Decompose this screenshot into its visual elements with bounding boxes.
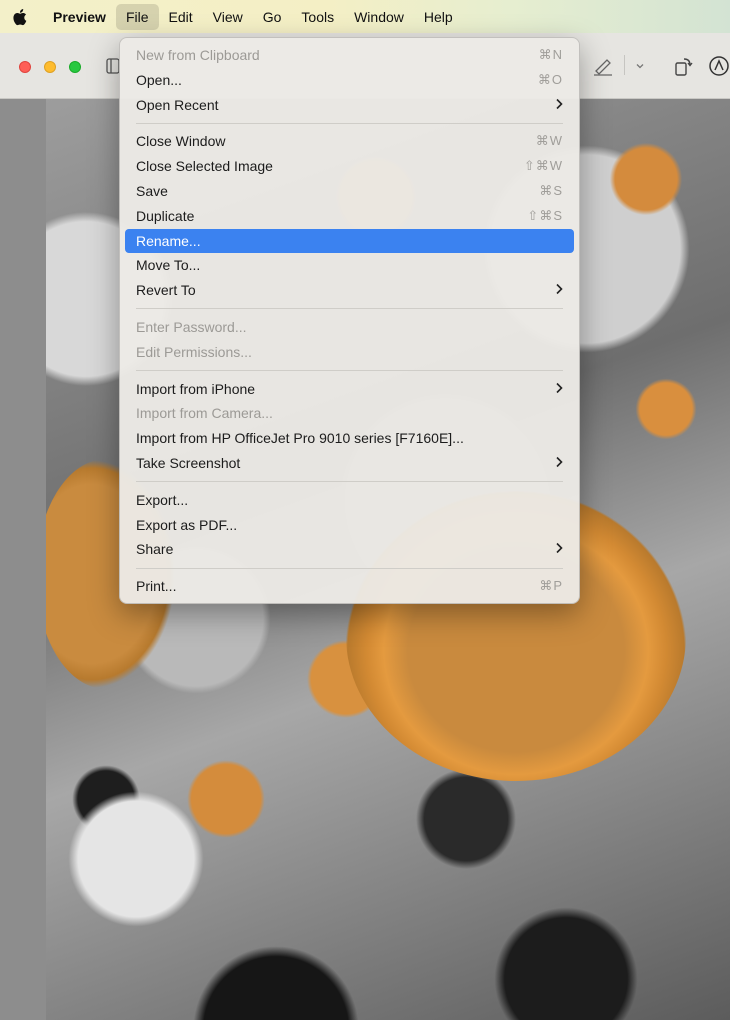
menu-item-import-from-hp[interactable]: Import from HP OfficeJet Pro 9010 series… — [125, 426, 574, 451]
menu-separator — [136, 567, 563, 569]
menubar-file[interactable]: File — [115, 3, 159, 30]
toolbar-divider — [624, 55, 625, 75]
menubar-app-name[interactable]: Preview — [38, 4, 116, 30]
menu-separator — [136, 481, 563, 483]
menu-item-label: Print... — [136, 578, 177, 595]
menu-separator — [136, 370, 563, 372]
submenu-chevron-icon — [555, 377, 563, 402]
menu-item-label: Move To... — [136, 257, 201, 274]
chevron-down-icon[interactable] — [634, 55, 646, 77]
menu-item-import-from-iphone[interactable]: Import from iPhone — [125, 377, 574, 402]
menu-item-rename[interactable]: Rename... — [125, 228, 574, 254]
menu-item-move-to[interactable]: Move To... — [125, 253, 574, 278]
menu-item-open-recent[interactable]: Open Recent — [125, 93, 574, 118]
minimize-window-button[interactable] — [44, 61, 56, 73]
menubar-tools[interactable]: Tools — [291, 4, 344, 30]
menu-item-shortcut: ⌘N — [538, 47, 563, 62]
menu-item-label: Share — [136, 541, 174, 558]
menu-item-shortcut: ⌘O — [537, 71, 563, 87]
menu-item-import-from-camera[interactable]: Import from Camera... — [125, 401, 574, 426]
menu-item-label: Import from iPhone — [136, 380, 256, 397]
maximize-window-button[interactable] — [69, 61, 81, 73]
menu-item-share[interactable]: Share — [125, 537, 574, 562]
menu-item-label: Revert To — [136, 282, 196, 299]
menubar-window[interactable]: Window — [344, 4, 414, 30]
markup-circle-icon[interactable] — [708, 55, 730, 77]
menu-item-label: Open... — [136, 71, 182, 88]
menu-bar: Preview File Edit View Go Tools Window H… — [0, 0, 730, 33]
menu-item-shortcut: ⌘S — [539, 182, 563, 198]
menu-item-label: Edit Permissions... — [136, 343, 252, 360]
menu-item-close-window[interactable]: Close Window ⌘W — [125, 129, 574, 154]
menu-item-label: Close Window — [136, 133, 226, 150]
menu-item-label: Close Selected Image — [136, 158, 273, 175]
menu-item-save[interactable]: Save ⌘S — [125, 179, 574, 204]
menu-item-label: Take Screenshot — [136, 454, 241, 471]
menu-item-shortcut: ⌘P — [539, 578, 563, 594]
menu-item-take-screenshot[interactable]: Take Screenshot — [125, 451, 574, 476]
menu-item-enter-password[interactable]: Enter Password... — [125, 315, 574, 340]
menu-item-label: Export... — [136, 491, 189, 508]
menu-item-label: Open Recent — [136, 96, 219, 113]
markup-pen-icon[interactable] — [592, 55, 614, 77]
menu-item-revert-to[interactable]: Revert To — [125, 278, 574, 303]
menubar-help[interactable]: Help — [414, 4, 463, 30]
submenu-chevron-icon — [555, 278, 563, 303]
menubar-edit[interactable]: Edit — [159, 4, 203, 30]
sidebar-strip — [0, 99, 46, 1020]
menu-item-label: Import from Camera... — [136, 405, 273, 422]
menu-item-label: Save — [136, 182, 168, 199]
menu-item-duplicate[interactable]: Duplicate ⇧⌘S — [125, 204, 574, 229]
menu-item-shortcut: ⇧⌘S — [527, 207, 563, 223]
menu-item-label: Export as PDF... — [136, 516, 238, 533]
submenu-chevron-icon — [555, 537, 563, 562]
menu-separator — [136, 122, 563, 124]
rotate-icon[interactable] — [672, 55, 694, 77]
menu-item-shortcut: ⇧⌘W — [523, 158, 563, 174]
submenu-chevron-icon — [555, 451, 563, 476]
menu-item-label: Enter Password... — [136, 318, 247, 335]
menu-item-new-from-clipboard[interactable]: New from Clipboard ⌘N — [125, 43, 574, 68]
file-menu: New from Clipboard ⌘N Open... ⌘O Open Re… — [119, 37, 580, 604]
apple-logo-icon[interactable] — [0, 8, 38, 26]
submenu-chevron-icon — [555, 93, 563, 118]
menubar-view[interactable]: View — [203, 4, 253, 30]
menu-item-label: Rename... — [136, 232, 201, 249]
menu-item-export-as-pdf[interactable]: Export as PDF... — [125, 513, 574, 538]
menu-item-label: New from Clipboard — [136, 47, 260, 63]
close-window-button[interactable] — [19, 61, 31, 73]
menu-item-label: Import from HP OfficeJet Pro 9010 series… — [136, 430, 464, 447]
menubar-go[interactable]: Go — [253, 4, 292, 30]
menu-item-export[interactable]: Export... — [125, 488, 574, 513]
menu-item-open[interactable]: Open... ⌘O — [125, 68, 574, 93]
menu-item-label: Duplicate — [136, 207, 195, 224]
menu-item-shortcut: ⌘W — [535, 133, 563, 149]
menu-separator — [136, 308, 563, 310]
sidebar-toggle-icon[interactable] — [106, 57, 120, 75]
menu-item-edit-permissions[interactable]: Edit Permissions... — [125, 340, 574, 365]
menu-item-print[interactable]: Print... ⌘P — [125, 574, 574, 599]
menu-item-close-selected-image[interactable]: Close Selected Image ⇧⌘W — [125, 154, 574, 179]
